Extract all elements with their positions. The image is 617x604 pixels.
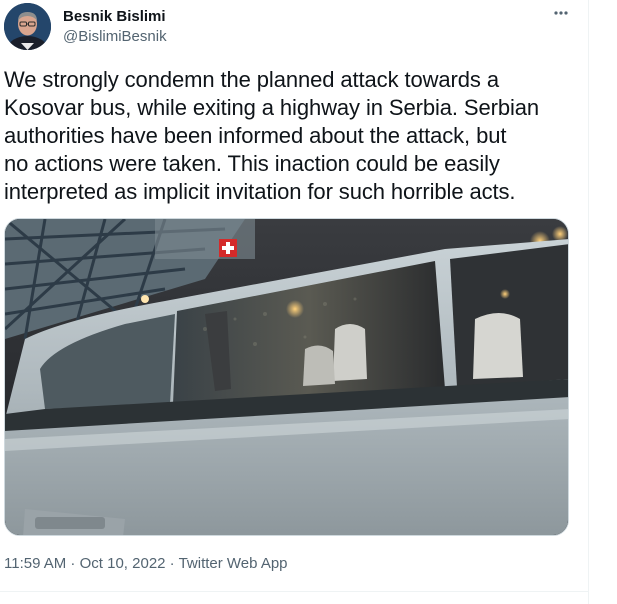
tweet-text-line: We strongly condemn the planned attack t… (4, 67, 499, 92)
tweet-text-line: interpreted as implicit invitation for s… (4, 179, 516, 204)
tweet-metadata: 11:59 AM · Oct 10, 2022 · Twitter Web Ap… (4, 555, 288, 572)
divider (0, 591, 588, 592)
meta-separator: · (66, 555, 80, 572)
tweet-date[interactable]: Oct 10, 2022 (80, 555, 166, 572)
author-handle[interactable]: @BislimiBesnik (63, 28, 167, 45)
tweet-text-line: no actions were taken. This inaction cou… (4, 151, 500, 176)
more-options-button[interactable] (550, 2, 572, 24)
tweet-text: We strongly condemn the planned attack t… (4, 66, 564, 206)
tweet-photo[interactable] (4, 218, 569, 536)
tweet-text-line: authorities have been informed about the… (4, 123, 507, 148)
avatar-image (4, 3, 51, 50)
tweet-card: Besnik Bislimi @BislimiBesnik We strongl… (0, 0, 588, 604)
tweet-source[interactable]: Twitter Web App (179, 555, 288, 572)
bus-photo-image (5, 219, 568, 535)
avatar[interactable] (4, 3, 51, 50)
tweet-time[interactable]: 11:59 AM (4, 555, 66, 572)
tweet-text-line: Kosovar bus, while exiting a highway in … (4, 95, 540, 120)
author-name[interactable]: Besnik Bislimi (63, 8, 166, 25)
more-horizontal-icon (554, 11, 568, 15)
meta-separator: · (165, 555, 179, 572)
right-sidebar (589, 0, 617, 604)
